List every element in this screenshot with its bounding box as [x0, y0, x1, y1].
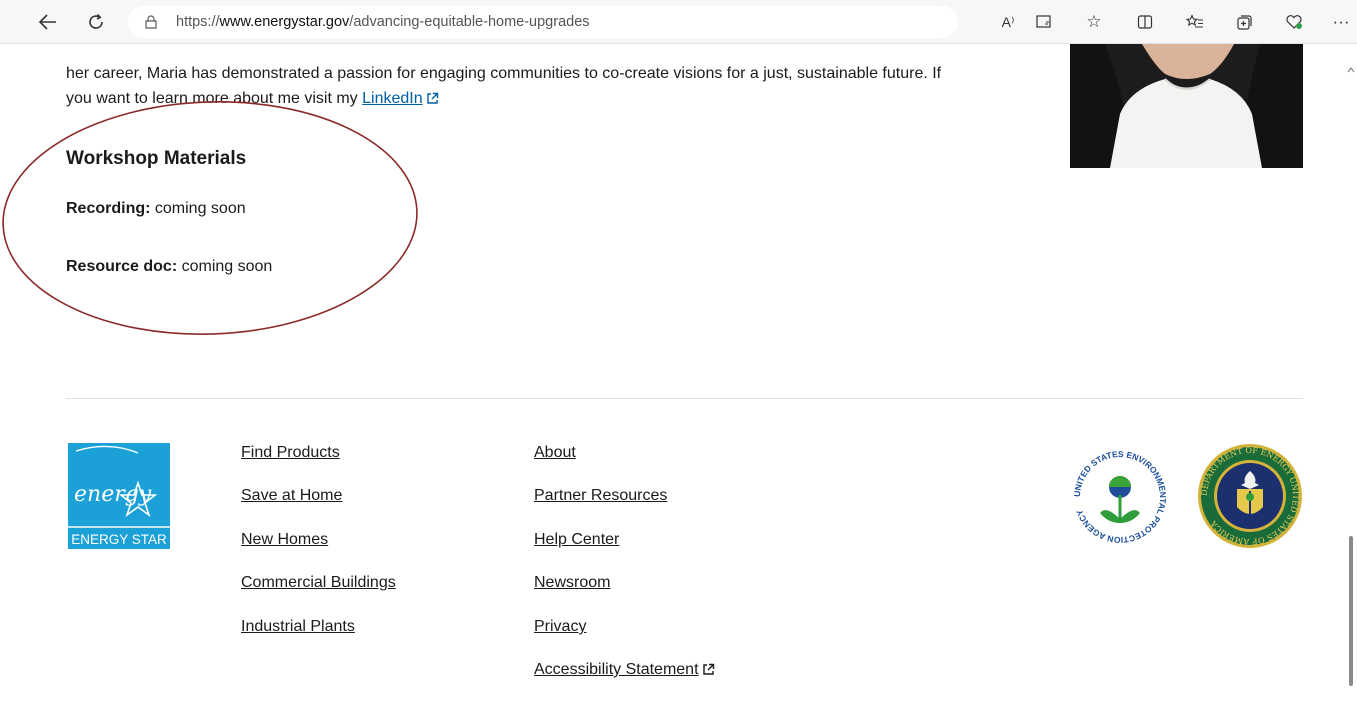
scroll-up-arrow-icon[interactable] [1347, 66, 1355, 74]
collections-icon[interactable] [1233, 11, 1255, 33]
refresh-icon[interactable] [84, 10, 108, 34]
scrollbar-thumb[interactable] [1349, 536, 1353, 686]
footer-link-save-at-home[interactable]: Save at Home [241, 487, 342, 505]
footer-link-help-center[interactable]: Help Center [534, 531, 619, 549]
annotation-circle [2, 101, 418, 335]
energy-star-logo[interactable]: energy ENERGY STAR [68, 443, 170, 549]
footer-link-accessibility-statement[interactable]: Accessibility Statement [534, 661, 715, 681]
doe-seal-logo[interactable]: DEPARTMENT OF ENERGY UNITED STATES OF AM… [1197, 443, 1303, 549]
immersive-reader-icon[interactable] [1033, 11, 1055, 33]
footer-link-partner-resources[interactable]: Partner Resources [534, 487, 667, 505]
back-arrow-icon[interactable] [36, 10, 60, 34]
more-menu-icon[interactable]: ··· [1330, 11, 1352, 33]
url-text[interactable]: https://www.energystar.gov/advancing-equ… [176, 14, 590, 30]
footer-link-about[interactable]: About [534, 444, 576, 462]
favorite-star-icon[interactable]: ☆ [1083, 11, 1105, 33]
footer-link-commercial-buildings[interactable]: Commercial Buildings [241, 574, 396, 592]
read-aloud-icon[interactable]: A⁾ [997, 11, 1019, 33]
bio-line-1: her career, Maria has demonstrated a pas… [66, 65, 942, 82]
footer-link-privacy[interactable]: Privacy [534, 618, 586, 636]
energy-star-wordmark: ENERGY STAR [71, 532, 167, 547]
footer-link-find-products[interactable]: Find Products [241, 444, 340, 462]
energy-script-text: energy [74, 482, 152, 507]
footer-link-new-homes[interactable]: New Homes [241, 531, 328, 549]
browser-essentials-icon[interactable] [1283, 11, 1305, 33]
profile-photo [1070, 44, 1303, 168]
footer-link-newsroom[interactable]: Newsroom [534, 574, 610, 592]
footer-divider [66, 398, 1303, 399]
split-screen-icon[interactable] [1134, 11, 1156, 33]
lock-icon[interactable] [142, 13, 160, 31]
external-link-icon [702, 663, 715, 681]
footer-link-industrial-plants[interactable]: Industrial Plants [241, 618, 355, 636]
favorites-list-icon[interactable] [1184, 11, 1206, 33]
address-bar[interactable]: https://www.energystar.gov/advancing-equ… [128, 6, 958, 38]
browser-toolbar: https://www.energystar.gov/advancing-equ… [0, 0, 1357, 44]
epa-seal-logo[interactable]: UNITED STATES ENVIRONMENTAL PROTECTION A… [1066, 443, 1174, 551]
